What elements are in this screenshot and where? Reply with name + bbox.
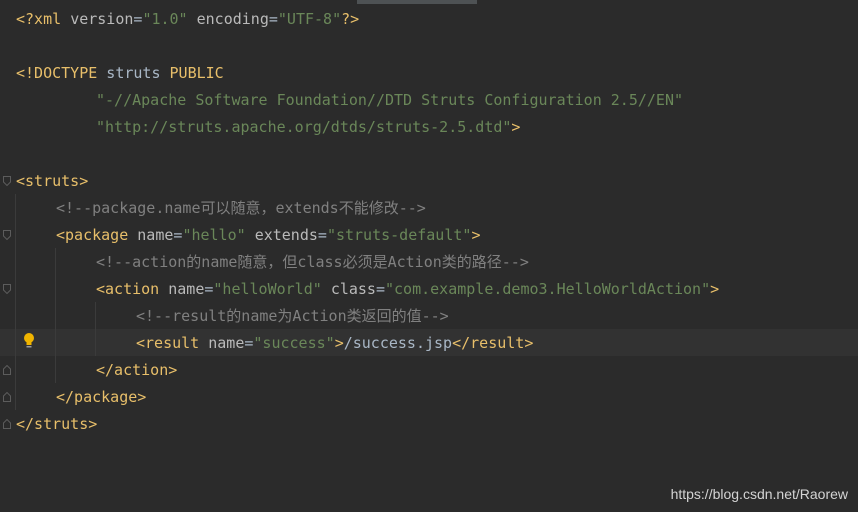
watermark: https://blog.csdn.net/Raorew [670,486,848,502]
indent-guide [95,302,96,356]
attr-name: extends [254,226,318,244]
doctype-name: struts [97,64,170,82]
indent-guide [15,194,16,410]
attr-value: "helloWorld" [213,280,322,298]
doctype-system-id: "http://struts.apache.org/dtds/struts-2.… [96,118,512,136]
struts-open-tag: <struts> [16,172,89,190]
action-open-tag: <action [96,280,160,298]
lightbulb-icon[interactable] [22,332,36,350]
code-line: "-//Apache Software Foundation//DTD Stru… [96,87,683,114]
attr-value: "hello" [182,226,246,244]
fold-marker-icon[interactable] [3,392,11,402]
element-text: /success.jsp [343,334,453,352]
attr-value: "UTF-8" [277,10,342,28]
code-line: <action name="helloWorld" class="com.exa… [96,276,719,303]
package-open-tag: <package [56,226,129,244]
doctype-public-keyword: PUBLIC [169,64,224,82]
xml-declaration-close: ?> [341,10,360,28]
attr-value: "1.0" [142,10,188,28]
code-line-current[interactable]: <result name="success">/success.jsp</res… [136,330,533,357]
fold-marker-icon[interactable] [3,419,11,429]
attr-value: "com.example.demo3.HelloWorldAction" [385,280,711,298]
xml-comment: <!--result的name为Action类返回的值--> [136,307,449,325]
code-line: </struts> [16,411,97,438]
struts-close-tag: </struts> [16,415,98,433]
doctype-public-id: "-//Apache Software Foundation//DTD Stru… [96,91,683,109]
code-line: <!--result的name为Action类返回的值--> [136,303,449,330]
code-line: </package> [56,384,146,411]
code-line: <!--package.name可以随意，extends不能修改--> [56,195,426,222]
code-line: <package name="hello" extends="struts-de… [56,222,480,249]
tag-close-bracket: > [334,334,344,352]
attr-name: name [137,226,174,244]
attr-name: version [70,10,134,28]
gutter [0,0,14,512]
code-line: <struts> [16,168,88,195]
code-line: <!--action的name随意，但class必须是Action类的路径--> [96,249,529,276]
fold-marker-icon[interactable] [3,284,11,294]
scroll-indicator[interactable] [357,0,477,4]
fold-marker-icon[interactable] [3,365,11,375]
equals-sign: = [317,226,327,244]
attr-name: name [208,334,245,352]
doctype-open: <!DOCTYPE [16,64,98,82]
xml-declaration-open: <?xml [16,10,62,28]
package-close-tag: </package> [56,388,147,406]
action-close-tag: </action> [96,361,178,379]
fold-marker-icon[interactable] [3,230,11,240]
equals-sign: = [375,280,385,298]
fold-marker-icon[interactable] [3,176,11,186]
equals-sign: = [268,10,278,28]
attr-value: "struts-default" [326,226,472,244]
tag-close-bracket: > [471,226,481,244]
code-editor[interactable]: <?xml version="1.0" encoding="UTF-8"?> <… [0,0,858,512]
result-open-tag: <result [136,334,200,352]
tag-close-bracket: > [710,280,720,298]
code-line: </action> [96,357,177,384]
code-line: <!DOCTYPE struts PUBLIC [16,60,224,87]
attr-value: "success" [253,334,335,352]
indent-guide [55,248,56,383]
result-close-tag: </result> [452,334,534,352]
attr-name: name [168,280,205,298]
xml-comment: <!--action的name随意，但class必须是Action类的路径--> [96,253,529,271]
xml-comment: <!--package.name可以随意，extends不能修改--> [56,199,426,217]
attr-name: class [330,280,376,298]
code-line: "http://struts.apache.org/dtds/struts-2.… [96,114,520,141]
code-line: <?xml version="1.0" encoding="UTF-8"?> [16,6,359,33]
attr-name: encoding [196,10,269,28]
doctype-close: > [511,118,521,136]
